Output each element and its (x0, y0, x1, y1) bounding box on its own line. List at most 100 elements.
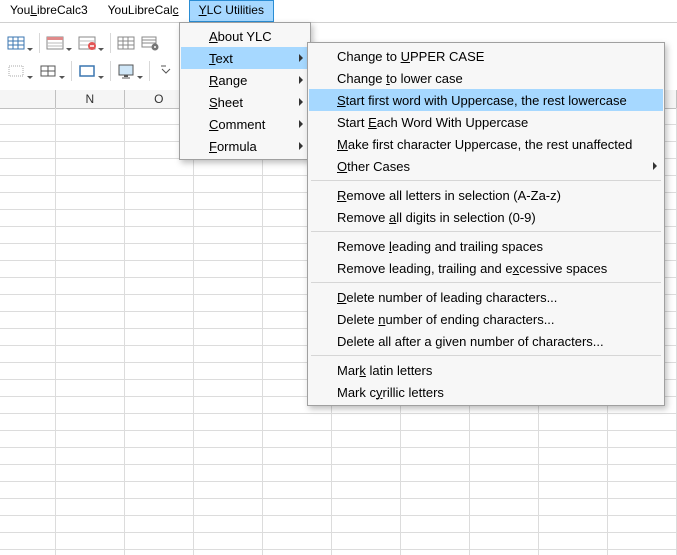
cell[interactable] (0, 295, 56, 312)
menu-item[interactable]: Remove all digits in selection (0-9) (309, 206, 663, 228)
menu-item[interactable]: Mark cyrillic letters (309, 381, 663, 403)
cell[interactable] (608, 499, 677, 516)
cell[interactable] (125, 244, 194, 261)
cell[interactable] (470, 550, 539, 555)
cell[interactable] (0, 431, 56, 448)
toolbar-btn-table-grid[interactable] (115, 32, 137, 54)
cell[interactable] (401, 550, 470, 555)
cell[interactable] (0, 533, 56, 550)
cell[interactable] (0, 346, 56, 363)
cell[interactable] (608, 482, 677, 499)
cell[interactable] (125, 295, 194, 312)
cell[interactable] (608, 516, 677, 533)
cell[interactable] (608, 448, 677, 465)
cell[interactable] (125, 380, 194, 397)
toolbar-btn-table[interactable] (5, 32, 35, 54)
cell[interactable] (56, 380, 125, 397)
cell[interactable] (0, 176, 56, 193)
cell[interactable] (56, 278, 125, 295)
column-header[interactable] (0, 90, 56, 108)
cell[interactable] (125, 363, 194, 380)
cell[interactable] (125, 448, 194, 465)
cell[interactable] (263, 414, 332, 431)
cell[interactable] (0, 159, 56, 176)
cell[interactable] (194, 210, 263, 227)
cell[interactable] (470, 465, 539, 482)
cell[interactable] (194, 363, 263, 380)
cell[interactable] (56, 227, 125, 244)
cell[interactable] (125, 210, 194, 227)
menu-item[interactable]: Remove all letters in selection (A-Za-z) (309, 184, 663, 206)
cell[interactable] (263, 516, 332, 533)
cell[interactable] (263, 465, 332, 482)
cell[interactable] (539, 448, 608, 465)
cell[interactable] (194, 380, 263, 397)
cell[interactable] (0, 363, 56, 380)
cell[interactable] (401, 448, 470, 465)
cell[interactable] (470, 533, 539, 550)
cell[interactable] (125, 312, 194, 329)
menu-item[interactable]: Range (181, 69, 309, 91)
cell[interactable] (194, 227, 263, 244)
cell[interactable] (125, 397, 194, 414)
toolbar-btn-table-red[interactable] (44, 32, 74, 54)
cell[interactable] (608, 431, 677, 448)
cell[interactable] (608, 550, 677, 555)
cell[interactable] (125, 159, 194, 176)
cell[interactable] (0, 499, 56, 516)
cell[interactable] (194, 533, 263, 550)
cell[interactable] (125, 329, 194, 346)
menu-item[interactable]: Start first word with Uppercase, the res… (309, 89, 663, 111)
cell[interactable] (470, 448, 539, 465)
cell[interactable] (263, 482, 332, 499)
menu-youlibrecalc[interactable]: YouLibreCalc (98, 0, 189, 22)
cell[interactable] (194, 550, 263, 555)
cell[interactable] (401, 431, 470, 448)
cell[interactable] (125, 550, 194, 555)
menu-item[interactable]: Formula (181, 135, 309, 157)
toolbar-btn-table-remove[interactable] (76, 32, 106, 54)
toolbar-btn-borders[interactable] (37, 60, 67, 82)
cell[interactable] (194, 414, 263, 431)
cell[interactable] (125, 278, 194, 295)
cell[interactable] (125, 516, 194, 533)
cell[interactable] (539, 533, 608, 550)
menu-item[interactable]: Delete number of leading characters... (309, 286, 663, 308)
cell[interactable] (194, 516, 263, 533)
cell[interactable] (194, 346, 263, 363)
menu-item[interactable]: Mark latin letters (309, 359, 663, 381)
menu-item[interactable]: Make first character Uppercase, the rest… (309, 133, 663, 155)
cell[interactable] (332, 448, 401, 465)
menu-item[interactable]: Remove leading and trailing spaces (309, 235, 663, 257)
cell[interactable] (56, 142, 125, 159)
cell[interactable] (56, 210, 125, 227)
cell[interactable] (470, 516, 539, 533)
cell[interactable] (0, 227, 56, 244)
cell[interactable] (401, 465, 470, 482)
cell[interactable] (125, 465, 194, 482)
toolbar-btn-screen[interactable] (115, 60, 145, 82)
cell[interactable] (125, 431, 194, 448)
column-header[interactable]: N (56, 90, 125, 108)
cell[interactable] (263, 533, 332, 550)
cell[interactable] (56, 312, 125, 329)
cell[interactable] (56, 346, 125, 363)
cell[interactable] (0, 465, 56, 482)
cell[interactable] (608, 533, 677, 550)
cell[interactable] (0, 516, 56, 533)
menu-item[interactable]: Change to UPPER CASE (309, 45, 663, 67)
cell[interactable] (401, 533, 470, 550)
cell[interactable] (263, 550, 332, 555)
cell[interactable] (125, 499, 194, 516)
cell[interactable] (56, 465, 125, 482)
cell[interactable] (332, 431, 401, 448)
cell[interactable] (194, 193, 263, 210)
cell[interactable] (56, 176, 125, 193)
cell[interactable] (0, 142, 56, 159)
toolbar-btn-border-none[interactable] (5, 60, 35, 82)
cell[interactable] (0, 261, 56, 278)
cell[interactable] (0, 210, 56, 227)
cell[interactable] (194, 465, 263, 482)
cell[interactable] (125, 414, 194, 431)
cell[interactable] (332, 482, 401, 499)
